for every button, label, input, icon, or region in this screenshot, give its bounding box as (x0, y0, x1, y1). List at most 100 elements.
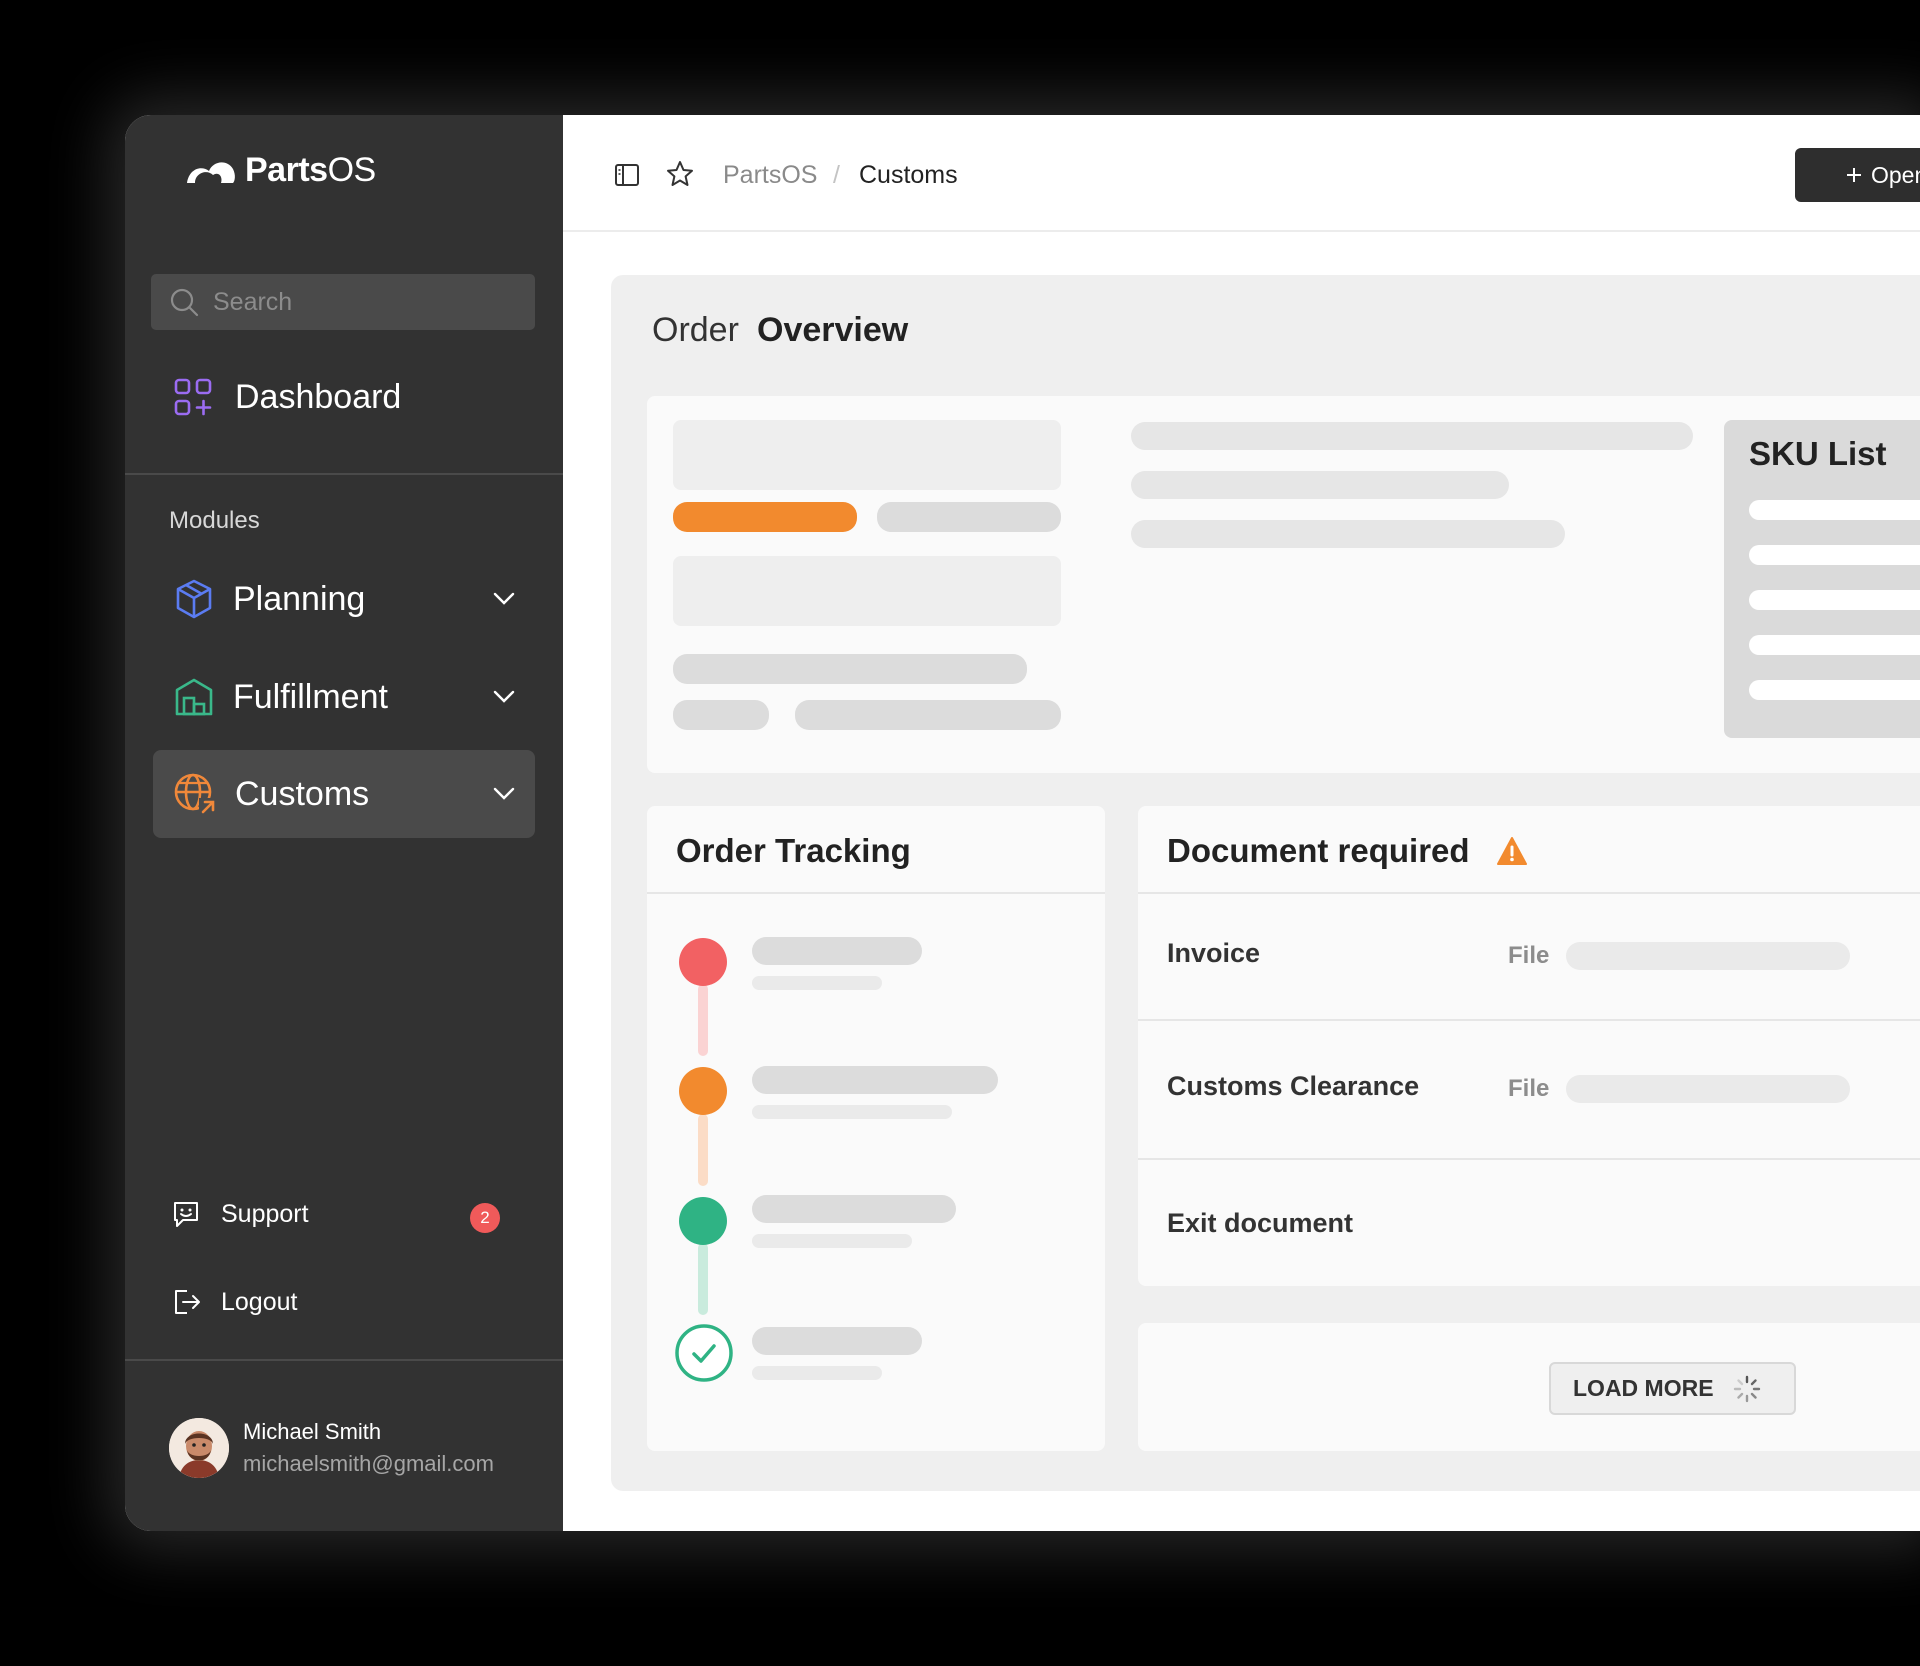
star-icon[interactable] (665, 159, 695, 189)
search-box[interactable] (151, 274, 535, 330)
logo-text: PartsOS (245, 151, 376, 189)
timeline-dot (679, 1197, 727, 1245)
skeleton-bar (752, 1234, 912, 1248)
app-window: PartsOS Dashboard Modules (125, 115, 1920, 1531)
skeleton-bar (752, 1105, 952, 1119)
sku-list-title: SKU List (1749, 435, 1887, 472)
skeleton-bar (877, 502, 1061, 532)
sidebar-item-customs[interactable]: Customs (153, 750, 535, 838)
spinner-icon (1733, 1375, 1760, 1402)
file-upload-field[interactable] (1566, 1075, 1850, 1103)
support-label: Support (221, 1199, 309, 1228)
skeleton-bar (752, 976, 882, 990)
timeline-dot (679, 938, 727, 986)
document-row[interactable]: Customs Clearance File (1138, 1021, 1920, 1158)
timeline-dot (679, 1067, 727, 1115)
search-input[interactable] (213, 287, 513, 317)
user-name: Michael Smith (243, 1419, 382, 1444)
avatar (169, 1418, 229, 1478)
check-circle-icon (675, 1324, 733, 1382)
sidebar-item-fulfillment[interactable]: Fulfillment (153, 653, 535, 741)
skeleton-bar (1131, 422, 1693, 450)
load-more-card: LOAD MORE (1138, 1323, 1920, 1451)
warning-icon (1496, 837, 1527, 865)
page-title: Overview (757, 311, 909, 349)
load-more-label: LOAD MORE (1573, 1375, 1714, 1401)
sidebar-item-planning[interactable]: Planning (153, 555, 535, 643)
skeleton-status-bar (673, 502, 857, 532)
user-info: Michael Smith michaelsmith@gmail.com (243, 1419, 494, 1477)
globe-arrow-icon (174, 773, 217, 816)
breadcrumb-current: Customs (859, 161, 958, 189)
skeleton-bar (795, 700, 1061, 730)
skeleton-block (673, 420, 1061, 490)
dashboard-icon (174, 378, 212, 416)
document-row[interactable]: Exit document (1138, 1160, 1920, 1286)
skeleton-bar (673, 700, 769, 730)
sku-list-item[interactable] (1749, 545, 1920, 565)
open-button-label: Open (1871, 161, 1920, 188)
sku-list-item[interactable] (1749, 635, 1920, 655)
skeleton-bar (1131, 520, 1565, 548)
sidebar-item-support[interactable]: Support (171, 1199, 309, 1229)
modules-heading: Modules (169, 507, 260, 534)
dashboard-label: Dashboard (235, 377, 402, 416)
sidebar-item-label: Fulfillment (233, 677, 388, 716)
open-button[interactable]: Open (1795, 148, 1920, 202)
document-required-card: Document required Invoice File Customs C… (1138, 806, 1920, 1286)
sidebar-divider (125, 1359, 563, 1361)
notification-badge: 2 (470, 1203, 500, 1233)
user-email: michaelsmith@gmail.com (243, 1451, 494, 1476)
skeleton-block (673, 556, 1061, 626)
skeleton-bar (673, 654, 1027, 684)
logo[interactable]: PartsOS (185, 151, 376, 190)
logout-label: Logout (221, 1287, 298, 1316)
cube-icon (176, 579, 212, 619)
file-upload-field[interactable] (1566, 942, 1850, 970)
sidebar-item-label: Customs (235, 774, 370, 813)
chevron-down-icon[interactable] (493, 690, 515, 704)
sidebar-toggle-icon[interactable] (613, 161, 641, 189)
sidebar-item-dashboard[interactable]: Dashboard (173, 377, 401, 417)
document-label: Exit document (1167, 1208, 1354, 1238)
sku-list-panel: SKU List (1724, 420, 1920, 738)
chevron-down-icon[interactable] (493, 787, 515, 801)
sidebar-divider (125, 473, 563, 475)
file-label: File (1508, 1075, 1550, 1102)
warehouse-icon (175, 678, 213, 716)
skeleton-bar (752, 1066, 998, 1094)
chat-support-icon (174, 1202, 198, 1227)
sidebar: PartsOS Dashboard Modules (125, 115, 563, 1531)
order-tracking-card: Order Tracking (647, 806, 1105, 1451)
logo-icon (187, 161, 235, 183)
skeleton-bar (752, 937, 922, 965)
order-tracking-title: Order Tracking (676, 832, 911, 869)
user-profile[interactable]: Michael Smith michaelsmith@gmail.com (169, 1418, 494, 1478)
search-icon (170, 288, 199, 317)
card-divider (647, 892, 1105, 894)
skeleton-bar (1131, 471, 1509, 499)
load-more-button[interactable]: LOAD MORE (1549, 1362, 1796, 1415)
top-bar: PartsOS / Customs Open (563, 115, 1920, 232)
timeline-connector (698, 1114, 708, 1186)
document-label: Customs Clearance (1167, 1071, 1420, 1101)
page-title-prefix: Order (652, 311, 739, 349)
sidebar-item-logout[interactable]: Logout (171, 1287, 297, 1317)
skeleton-bar (752, 1195, 956, 1223)
plus-icon (1847, 168, 1861, 182)
sku-list-item[interactable] (1749, 500, 1920, 520)
document-label: Invoice (1167, 938, 1261, 968)
sku-list-item[interactable] (1749, 590, 1920, 610)
breadcrumb-separator: / (833, 161, 840, 189)
skeleton-bar (752, 1366, 882, 1380)
logout-icon (175, 1290, 200, 1314)
timeline-connector (698, 1243, 708, 1315)
document-required-header: Document required (1167, 832, 1528, 870)
file-label: File (1508, 942, 1550, 969)
document-row[interactable]: Invoice File (1138, 894, 1920, 1019)
timeline-connector (698, 984, 708, 1056)
chevron-down-icon[interactable] (493, 592, 515, 606)
sku-list-item[interactable] (1749, 680, 1920, 700)
breadcrumb-root[interactable]: PartsOS (723, 161, 817, 190)
sidebar-item-label: Planning (233, 579, 366, 618)
